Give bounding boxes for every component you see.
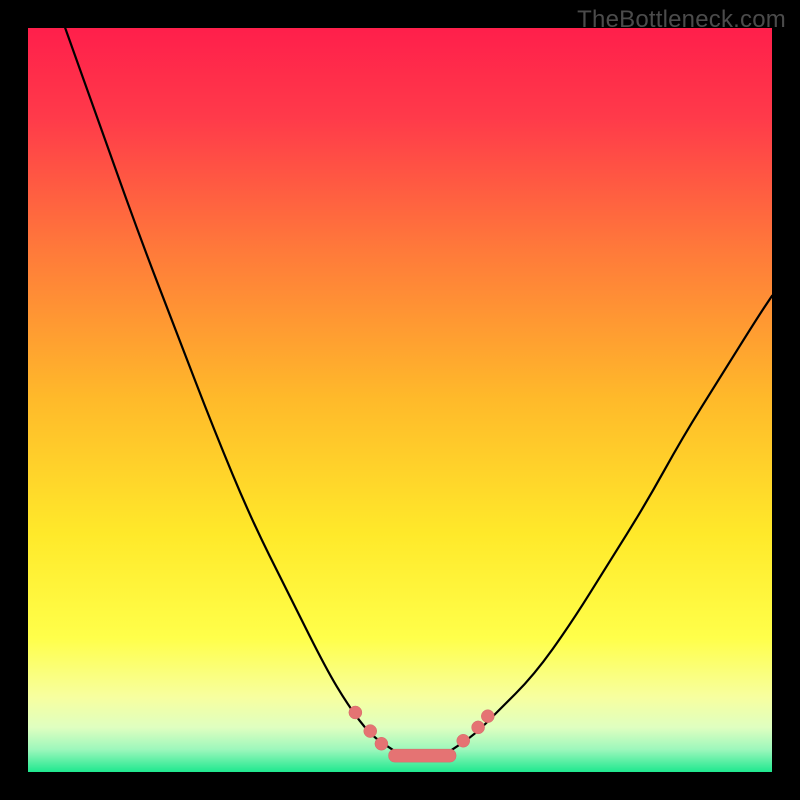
- data-marker: [481, 710, 494, 723]
- data-marker: [457, 734, 470, 747]
- data-marker: [375, 737, 388, 750]
- data-marker: [349, 706, 362, 719]
- marker-group: [349, 706, 494, 750]
- curve-right-branch: [452, 296, 772, 750]
- chart-svg: [28, 28, 772, 772]
- data-marker: [364, 725, 377, 738]
- outer-frame: TheBottleneck.com: [0, 0, 800, 800]
- trough-marker-bar: [389, 749, 457, 762]
- data-marker: [472, 721, 485, 734]
- curve-left-branch: [65, 28, 392, 750]
